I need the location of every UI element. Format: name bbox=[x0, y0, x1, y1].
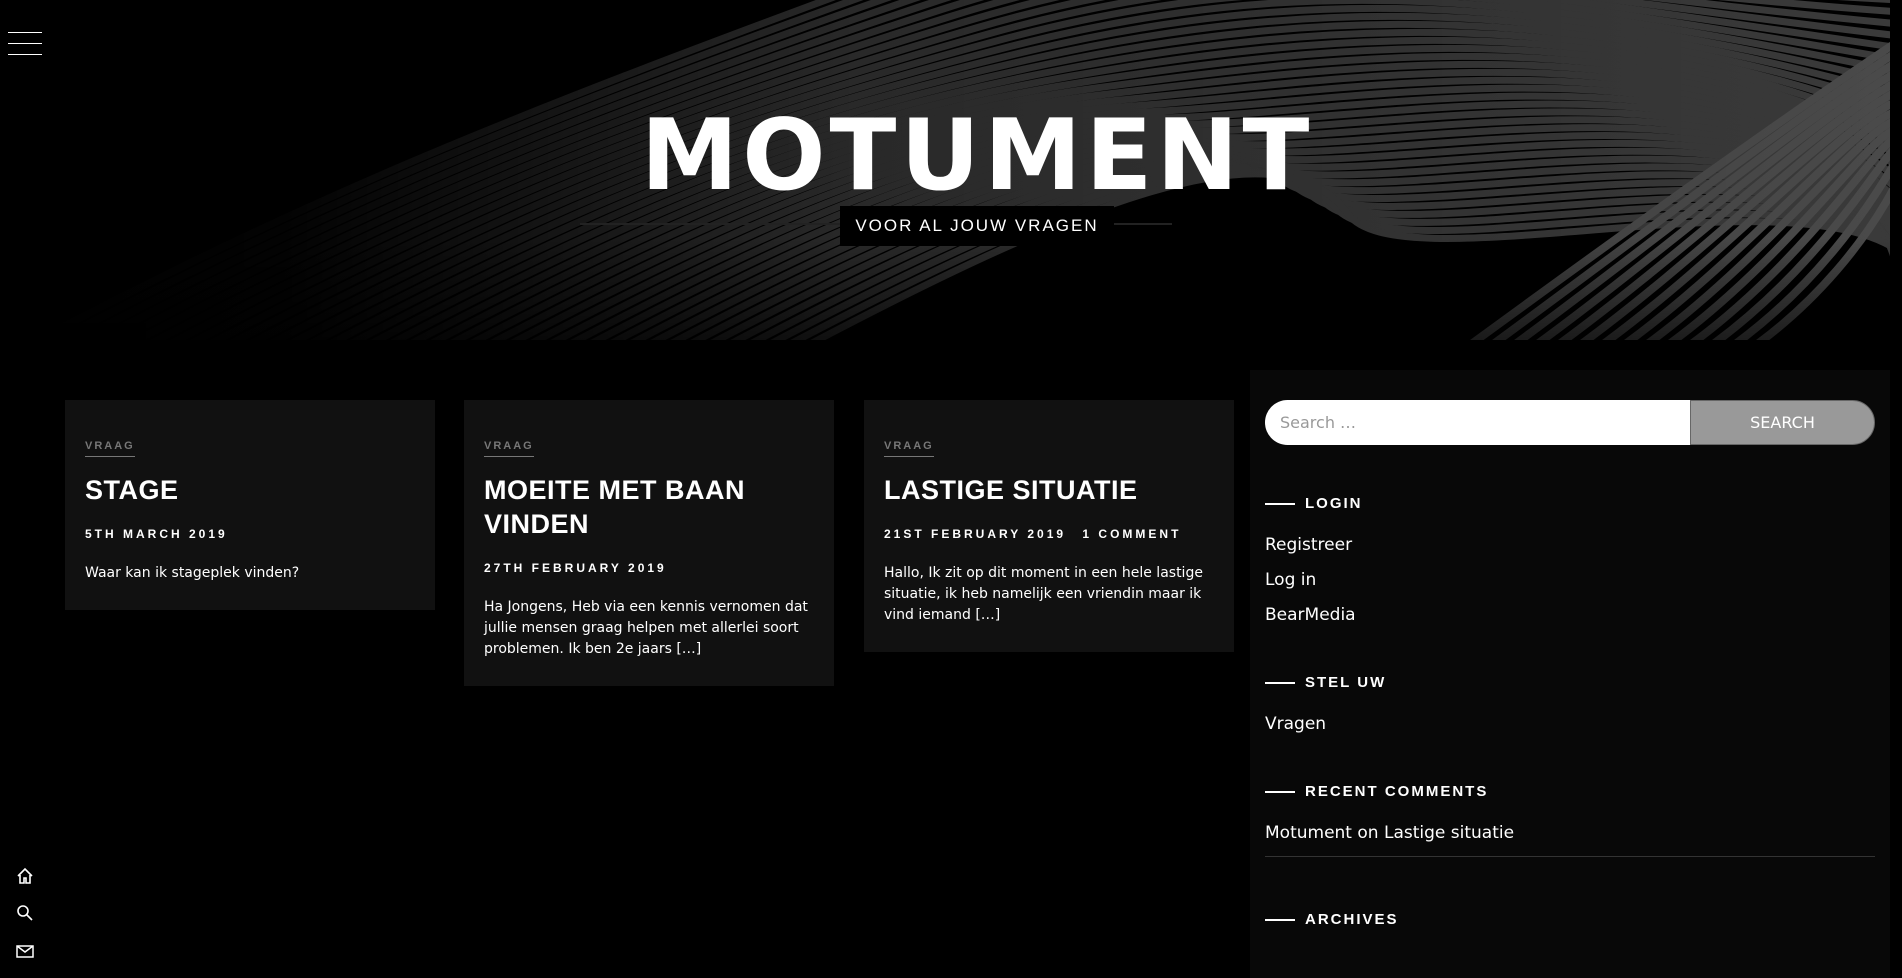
post-title[interactable]: MOEITE MET BAAN VINDEN bbox=[484, 473, 814, 541]
site-tagline: VOOR AL JOUW VRAGEN bbox=[840, 206, 1114, 246]
search-form: SEARCH bbox=[1265, 400, 1875, 445]
link-registreer[interactable]: Registreer bbox=[1265, 534, 1875, 556]
title-dash bbox=[1265, 502, 1295, 505]
tagline-divider-left bbox=[580, 223, 842, 225]
mail-icon[interactable] bbox=[15, 941, 35, 961]
recent-comment-item: Motument on Lastige situatie bbox=[1265, 822, 1875, 857]
post-title[interactable]: STAGE bbox=[85, 473, 415, 507]
widget-title-text: LOGIN bbox=[1305, 495, 1363, 512]
site-title[interactable]: MOTUMENT bbox=[0, 96, 1890, 216]
post-category[interactable]: VRAAG bbox=[484, 440, 534, 457]
post-excerpt: Ha Jongens, Heb via een kennis vernomen … bbox=[484, 599, 808, 657]
search-input[interactable] bbox=[1265, 400, 1690, 445]
search-icon[interactable] bbox=[15, 903, 35, 923]
post-comment-count[interactable]: 1 COMMENT bbox=[1082, 527, 1181, 541]
link-log-in[interactable]: Log in bbox=[1265, 569, 1875, 591]
post-meta: 27TH FEBRUARY 2019 bbox=[484, 561, 814, 575]
stel-uw-links: Vragen bbox=[1265, 713, 1875, 735]
site-header: MOTUMENT VOOR AL JOUW VRAGEN bbox=[0, 0, 1890, 340]
post-card[interactable]: VRAAG MOEITE MET BAAN VINDEN 27TH FEBRUA… bbox=[464, 400, 834, 686]
post-title[interactable]: LASTIGE SITUATIE bbox=[884, 473, 1214, 507]
search-button[interactable]: SEARCH bbox=[1690, 400, 1875, 445]
post-date[interactable]: 21ST FEBRUARY 2019 bbox=[884, 527, 1066, 541]
post-meta: 21ST FEBRUARY 2019 1 COMMENT bbox=[884, 527, 1214, 541]
post-card[interactable]: VRAAG LASTIGE SITUATIE 21ST FEBRUARY 201… bbox=[864, 400, 1234, 652]
comment-on-text: on bbox=[1357, 823, 1379, 843]
home-icon[interactable] bbox=[15, 866, 35, 886]
title-dash bbox=[1265, 790, 1295, 793]
comment-author-link[interactable]: Motument bbox=[1265, 823, 1352, 843]
login-links: Registreer Log in BearMedia bbox=[1265, 534, 1875, 626]
sidebar: SEARCH LOGIN Registreer Log in BearMedia… bbox=[1250, 370, 1890, 978]
widget-title-login: LOGIN bbox=[1265, 495, 1875, 512]
post-excerpt: Hallo, Ik zit op dit moment in een hele … bbox=[884, 565, 1203, 623]
link-bearmedia[interactable]: BearMedia bbox=[1265, 604, 1875, 626]
widget-title-text: STEL UW bbox=[1305, 674, 1387, 691]
widget-title-recent-comments: RECENT COMMENTS bbox=[1265, 783, 1875, 800]
post-excerpt: Waar kan ik stageplek vinden? bbox=[85, 565, 300, 581]
link-vragen[interactable]: Vragen bbox=[1265, 713, 1875, 735]
post-card[interactable]: VRAAG STAGE 5TH MARCH 2019 Waar kan ik s… bbox=[65, 400, 435, 610]
widget-title-stel-uw: STEL UW bbox=[1265, 674, 1875, 691]
post-date[interactable]: 5TH MARCH 2019 bbox=[85, 527, 228, 541]
comment-post-link[interactable]: Lastige situatie bbox=[1384, 823, 1514, 843]
tagline-divider-right bbox=[1112, 223, 1172, 225]
hamburger-menu-icon[interactable] bbox=[8, 32, 42, 56]
widget-title-text: ARCHIVES bbox=[1305, 911, 1399, 928]
widget-title-archives: ARCHIVES bbox=[1265, 911, 1875, 928]
post-meta: 5TH MARCH 2019 bbox=[85, 527, 415, 541]
title-dash bbox=[1265, 681, 1295, 684]
post-category[interactable]: VRAAG bbox=[85, 440, 135, 457]
title-dash bbox=[1265, 918, 1295, 921]
post-category[interactable]: VRAAG bbox=[884, 440, 934, 457]
post-date[interactable]: 27TH FEBRUARY 2019 bbox=[484, 561, 667, 575]
widget-title-text: RECENT COMMENTS bbox=[1305, 783, 1489, 800]
